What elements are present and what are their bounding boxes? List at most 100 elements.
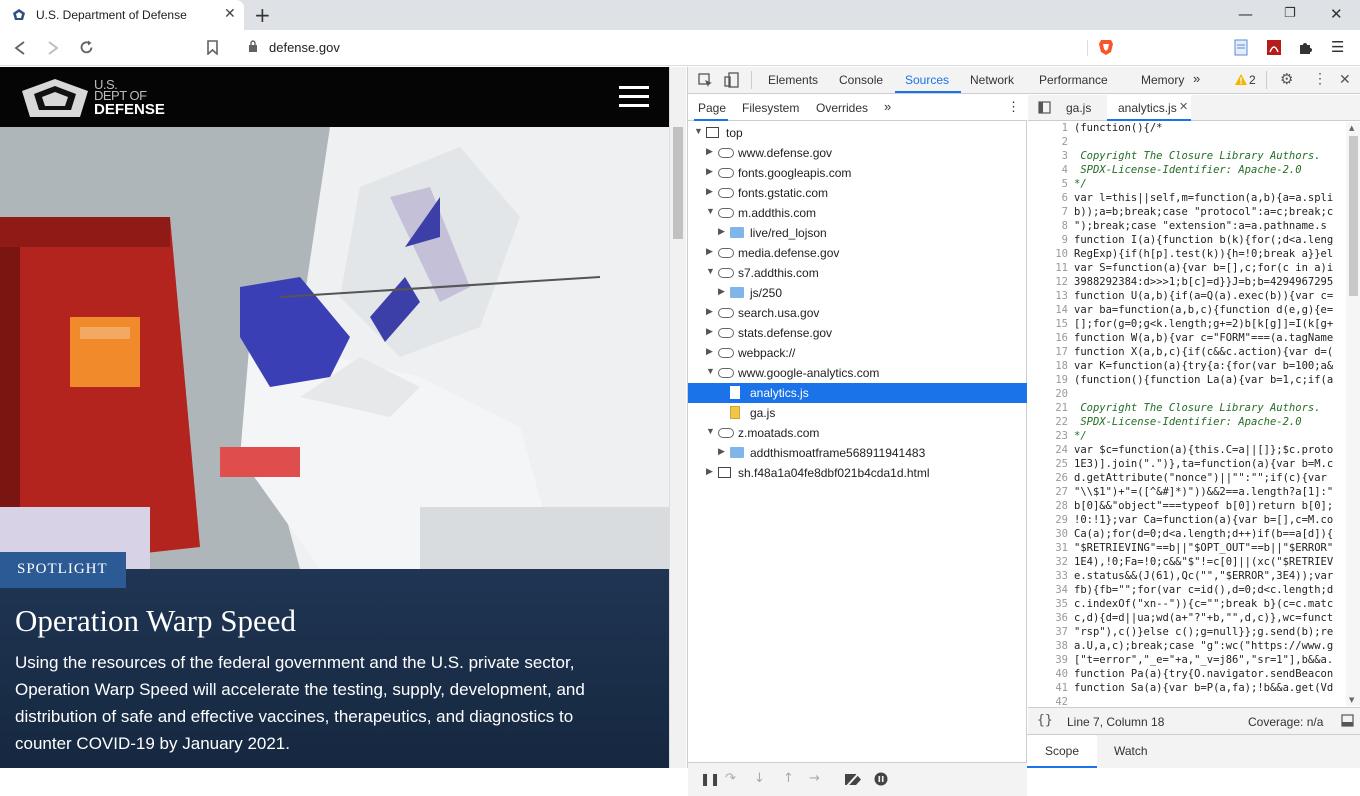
expand-open-arrow-icon[interactable]: ▼ [706, 206, 715, 216]
settings-gear-icon[interactable]: ⚙ [1280, 70, 1293, 88]
tree-row[interactable]: analytics.js [688, 383, 1027, 403]
devtools-tab-console[interactable]: Console [839, 73, 883, 87]
line-number[interactable]: 11 [1028, 262, 1068, 274]
devtools-tab-elements[interactable]: Elements [768, 73, 818, 87]
line-number[interactable]: 21 [1028, 402, 1068, 414]
reload-icon[interactable] [79, 40, 94, 55]
tree-row[interactable]: ▶ www.defense.gov [688, 143, 1027, 163]
expand-closed-arrow-icon[interactable]: ▶ [718, 226, 725, 237]
line-number[interactable]: 19 [1028, 374, 1068, 386]
line-number[interactable]: 6 [1028, 192, 1068, 204]
nav-more-chevron-icon[interactable]: » [884, 99, 891, 114]
more-tabs-chevron-icon[interactable]: » [1193, 71, 1200, 86]
line-number[interactable]: 29 [1028, 514, 1068, 526]
code-line[interactable]: b[0]&&"object"===typeof b[0])return b[0]… [1074, 500, 1333, 512]
step-over-icon[interactable]: ↷ [725, 771, 736, 786]
tree-row[interactable]: ga.js [688, 403, 1027, 423]
page-scrollbar-thumb[interactable] [673, 127, 683, 239]
line-number[interactable]: 39 [1028, 654, 1068, 666]
code-line[interactable]: (function(){function La(a){var b=1,c;if(… [1074, 374, 1333, 386]
line-number[interactable]: 15 [1028, 318, 1068, 330]
code-line[interactable]: */ [1074, 430, 1087, 442]
devtools-tab-memory[interactable]: Memory [1141, 73, 1184, 87]
tree-row[interactable]: ▶ fonts.gstatic.com [688, 183, 1027, 203]
line-number[interactable]: 25 [1028, 458, 1068, 470]
expand-closed-arrow-icon[interactable]: ▶ [706, 186, 713, 197]
expand-closed-arrow-icon[interactable]: ▶ [706, 346, 713, 357]
document-extension-icon[interactable] [1234, 39, 1248, 56]
expand-closed-arrow-icon[interactable]: ▶ [718, 446, 725, 457]
code-line[interactable]: var K=function(a){try{a:{for(var b=100;a… [1074, 360, 1333, 372]
expand-open-arrow-icon[interactable]: ▼ [706, 266, 715, 276]
code-line[interactable]: "rsp"),c()}else c();g=null}};g.send(b);r… [1074, 626, 1333, 638]
tree-row[interactable]: ▶ sh.f48a1a04fe8dbf021b4cda1d.html [688, 463, 1027, 483]
code-line[interactable]: function U(a,b){if(a=Q(a).exec(b)){var c… [1074, 290, 1333, 302]
expand-closed-arrow-icon[interactable]: ▶ [706, 246, 713, 257]
line-number[interactable]: 33 [1028, 570, 1068, 582]
expand-closed-arrow-icon[interactable]: ▶ [718, 286, 725, 297]
line-number[interactable]: 3 [1028, 150, 1068, 162]
expand-closed-arrow-icon[interactable]: ▶ [706, 306, 713, 317]
spotlight-badge[interactable]: SPOTLIGHT [0, 552, 126, 588]
nav-tab-overrides[interactable]: Overrides [816, 101, 868, 115]
code-line[interactable]: SPDX-License-Identifier: Apache-2.0 [1074, 164, 1301, 176]
line-number[interactable]: 4 [1028, 164, 1068, 176]
tree-row[interactable]: ▼ s7.addthis.com [688, 263, 1027, 283]
back-icon[interactable] [14, 41, 26, 55]
line-number[interactable]: 16 [1028, 332, 1068, 344]
tab-close-icon[interactable]: ✕ [224, 6, 236, 22]
editor-tab-close-icon[interactable]: ✕ [1179, 100, 1188, 113]
line-number[interactable]: 7 [1028, 206, 1068, 218]
tree-row[interactable]: ▼ top [688, 123, 1027, 143]
new-tab-button[interactable]: + [254, 3, 271, 27]
code-line[interactable]: ["t=error","_e="+a,"_v=j86","sr=1"],b&&a… [1074, 654, 1333, 666]
code-line[interactable]: function Pa(a){try{O.navigator.sendBeaco… [1074, 668, 1333, 680]
extensions-puzzle-icon[interactable] [1298, 40, 1313, 55]
line-number[interactable]: 12 [1028, 276, 1068, 288]
devtools-tab-performance[interactable]: Performance [1039, 73, 1108, 87]
forward-icon[interactable] [47, 41, 59, 55]
pause-icon[interactable]: ❚❚ [700, 772, 720, 786]
code-line[interactable]: RegExp){if(h[p].test(k)){h=!0;break a}}e… [1074, 248, 1333, 260]
browser-menu-icon[interactable]: ☰ [1331, 38, 1344, 56]
line-number[interactable]: 13 [1028, 290, 1068, 302]
code-scrollbar-thumb[interactable] [1349, 136, 1358, 296]
tree-row[interactable]: ▶ webpack:// [688, 343, 1027, 363]
line-number[interactable]: 38 [1028, 640, 1068, 652]
devtools-tab-sources[interactable]: Sources [905, 73, 949, 87]
warning-count[interactable]: 2 [1249, 73, 1256, 87]
bookmark-icon[interactable] [207, 40, 218, 55]
code-line[interactable]: fb){fb="";for(var c=id(),d=0;d<c.length;… [1074, 584, 1333, 596]
code-line[interactable]: [];for(g=0;g<k.length;g+=2)b[k[g]]=I(k[g… [1074, 318, 1333, 330]
code-line[interactable]: var S=function(a){var b=[],c;for(c in a)… [1074, 262, 1333, 274]
minimize-icon[interactable]: — [1238, 5, 1253, 23]
code-line[interactable]: var ba=function(a,b,c){function d(e,g){e… [1074, 304, 1333, 316]
dod-logo[interactable]: U.S. DEPT OF DEFENSE [20, 77, 170, 119]
code-scrollbar[interactable]: ▲ ▼ [1346, 122, 1360, 706]
tree-row[interactable]: ▶ addthismoatframe568911941483 [688, 443, 1027, 463]
expand-open-arrow-icon[interactable]: ▼ [706, 366, 715, 376]
address-bar[interactable]: defense.gov [234, 34, 1124, 62]
code-line[interactable]: c,d){d=d||ua;wd(a+"?"+b,"",d,c)},wc=func… [1074, 612, 1333, 624]
tree-row[interactable]: ▼ www.google-analytics.com [688, 363, 1027, 383]
tree-row[interactable]: ▶ media.defense.gov [688, 243, 1027, 263]
code-line[interactable]: ");break;case "extension":a=a.pathname.s [1074, 220, 1327, 232]
line-number[interactable]: 42 [1028, 696, 1068, 706]
line-number[interactable]: 41 [1028, 682, 1068, 694]
device-toolbar-icon[interactable] [724, 72, 740, 88]
code-line[interactable]: c.indexOf("xn--")){c="";break b}(c=c.mat… [1074, 598, 1333, 610]
code-line[interactable]: Ca(a);for(d=0;d<a.length;d++)if(b==a[d])… [1074, 528, 1333, 540]
pdf-extension-icon[interactable] [1266, 39, 1282, 56]
code-line[interactable]: "\\$1")+"=([^&#]*)"))&&2==a.length?a[1]:… [1074, 486, 1333, 498]
tree-row[interactable]: ▼ m.addthis.com [688, 203, 1027, 223]
window-close-icon[interactable]: ✕ [1330, 5, 1343, 23]
scroll-up-icon[interactable]: ▲ [1349, 124, 1354, 132]
line-number[interactable]: 31 [1028, 542, 1068, 554]
brave-shields-icon[interactable] [1098, 39, 1114, 56]
line-number[interactable]: 36 [1028, 612, 1068, 624]
code-lines[interactable]: 1 (function(){/* 2 3 Copyright The Closure … [1028, 122, 1360, 706]
expand-closed-arrow-icon[interactable]: ▶ [706, 466, 713, 477]
code-line[interactable]: 3988292384:d>>>1;b[c]=d}}J=b;b=429496729… [1074, 276, 1333, 288]
code-line[interactable]: function I(a){function b(k){for(;d<a.len… [1074, 234, 1333, 246]
expand-closed-arrow-icon[interactable]: ▶ [706, 166, 713, 177]
